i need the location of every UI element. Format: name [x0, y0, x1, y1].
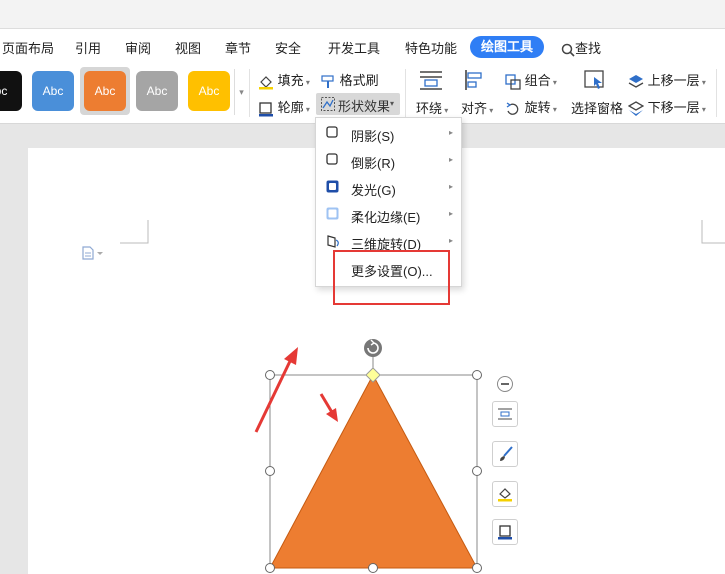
submenu-arrow-icon: ▸	[448, 128, 453, 137]
style-gallery-scroll[interactable]: ▾	[234, 69, 248, 115]
ribbon-tab-bar: 页面布局 引用 审阅 视图 章节 安全 开发工具 特色功能 查找	[0, 29, 725, 63]
chevron-down-icon: ▾	[390, 99, 395, 108]
resize-handle-middle-right[interactable]	[472, 466, 482, 476]
send-backward-icon	[628, 100, 644, 116]
outline-icon	[498, 525, 512, 540]
tab-view[interactable]: 视图	[175, 38, 201, 57]
menu-item-reflection-label: 倒影(R)	[351, 156, 396, 171]
resize-handle-middle-left[interactable]	[265, 466, 275, 476]
shape-effects-label: 形状效果	[338, 99, 391, 114]
outline-label: 轮廓	[277, 100, 304, 115]
soft-edges-icon	[326, 207, 339, 220]
brush-icon	[500, 446, 513, 461]
format-painter-icon	[321, 74, 334, 88]
tab-special-features[interactable]: 特色功能	[405, 38, 457, 57]
bring-forward-label: 上移一层	[647, 73, 700, 88]
menu-item-reflection[interactable]: 倒影(R) ▸	[316, 147, 461, 174]
menu-item-glow[interactable]: 发光(G) ▸	[316, 174, 461, 201]
shape-effects-button[interactable]: 形状效果 ▾	[316, 93, 400, 115]
style-swatch-black[interactable]: bc	[0, 71, 22, 111]
3d-rotation-icon	[327, 235, 339, 248]
quick-style-button[interactable]	[492, 441, 518, 467]
rotate-label: 旋转	[524, 100, 551, 115]
rotate-button[interactable]: 旋转 ▾	[505, 97, 557, 117]
collapse-toolbar-button[interactable]	[497, 376, 513, 392]
wrap-button[interactable]: 环绕 ▾	[416, 69, 448, 117]
tab-find-label: 查找	[575, 41, 602, 56]
align-button[interactable]: 对齐 ▾	[461, 69, 493, 117]
style-swatch-orange[interactable]: Abc	[84, 71, 126, 111]
submenu-arrow-icon: ▸	[448, 209, 453, 218]
align-label: 对齐	[461, 101, 488, 116]
fill-bucket-icon	[498, 488, 512, 502]
reflection-icon	[326, 153, 338, 165]
minus-icon	[501, 383, 509, 385]
tab-sections[interactable]: 章节	[225, 38, 251, 57]
tab-developer[interactable]: 开发工具	[328, 38, 380, 57]
send-backward-button[interactable]: 下移一层 ▾	[628, 97, 706, 117]
resize-handle-top-right[interactable]	[472, 370, 482, 380]
align-icon	[465, 70, 482, 90]
adjust-handle[interactable]	[365, 367, 381, 383]
bring-forward-button[interactable]: 上移一层 ▾	[628, 70, 706, 90]
group-button[interactable]: 组合 ▾	[505, 70, 557, 90]
quick-wrap-button[interactable]	[492, 401, 518, 427]
tab-security[interactable]: 安全	[275, 38, 301, 57]
style-swatch-blue[interactable]: Abc	[32, 71, 74, 111]
group-label: 组合	[524, 73, 551, 88]
tab-drawing-tools[interactable]: 绘图工具	[470, 36, 544, 58]
ribbon-separator	[716, 69, 717, 117]
shape-effects-icon	[321, 97, 335, 111]
title-strip	[0, 0, 725, 29]
style-swatch-gold[interactable]: Abc	[188, 71, 230, 111]
rotate-icon	[506, 102, 519, 115]
quick-fill-button[interactable]	[492, 481, 518, 507]
submenu-arrow-icon: ▸	[448, 182, 453, 191]
selection-pane-button[interactable]: 选择窗格	[571, 69, 623, 117]
fill-button[interactable]: 填充 ▾	[258, 70, 310, 90]
ribbon-separator	[405, 69, 406, 117]
search-icon	[561, 43, 575, 57]
menu-item-glow-label: 发光(G)	[351, 183, 396, 198]
tab-page-layout[interactable]: 页面布局	[2, 38, 54, 57]
menu-item-soft-edges-label: 柔化边缘(E)	[351, 210, 421, 225]
tab-find[interactable]: 查找	[561, 38, 601, 57]
group-icon	[505, 73, 521, 90]
submenu-arrow-icon: ▸	[448, 236, 453, 245]
paragraph-options-icon[interactable]	[82, 246, 104, 263]
resize-handle-bottom-center[interactable]	[368, 563, 378, 573]
fill-bucket-icon	[259, 75, 273, 90]
selection-pane-label: 选择窗格	[571, 101, 624, 116]
annotation-arrow-upper	[254, 347, 298, 433]
outline-button[interactable]: 轮廓 ▾	[258, 97, 310, 117]
send-backward-label: 下移一层	[647, 100, 700, 115]
fill-label: 填充	[277, 73, 304, 88]
menu-item-shadow-label: 阴影(S)	[351, 129, 395, 144]
selection-pane-icon	[584, 70, 604, 89]
annotation-highlight-box	[333, 250, 450, 305]
format-painter-label: 格式刷	[339, 73, 379, 88]
resize-handle-bottom-right[interactable]	[472, 563, 482, 573]
bring-forward-icon	[628, 74, 644, 88]
resize-handle-bottom-left[interactable]	[265, 563, 275, 573]
tab-review[interactable]: 审阅	[125, 38, 151, 57]
submenu-arrow-icon: ▸	[448, 155, 453, 164]
quick-outline-button[interactable]	[492, 519, 518, 545]
tab-references[interactable]: 引用	[75, 38, 101, 57]
glow-icon	[326, 180, 339, 193]
text-wrap-icon	[420, 71, 442, 90]
menu-item-soft-edges[interactable]: 柔化边缘(E) ▸	[316, 201, 461, 228]
ribbon-separator	[249, 69, 250, 117]
shadow-icon	[326, 126, 338, 138]
margin-corner-mark-right	[701, 220, 725, 244]
style-swatch-gray[interactable]: Abc	[136, 71, 178, 111]
ribbon-toolbar: bc Abc Abc Abc Abc ▾ 填充 ▾ 格式刷 轮廓 ▾ 形状效果 …	[0, 63, 725, 124]
wrap-label: 环绕	[416, 101, 443, 116]
annotation-arrow-lower	[319, 393, 338, 422]
format-painter-button[interactable]: 格式刷	[320, 70, 379, 90]
outline-icon	[259, 101, 273, 117]
text-wrap-icon	[498, 408, 512, 420]
margin-corner-mark-left	[120, 220, 149, 244]
menu-item-shadow[interactable]: 阴影(S) ▸	[316, 120, 461, 147]
